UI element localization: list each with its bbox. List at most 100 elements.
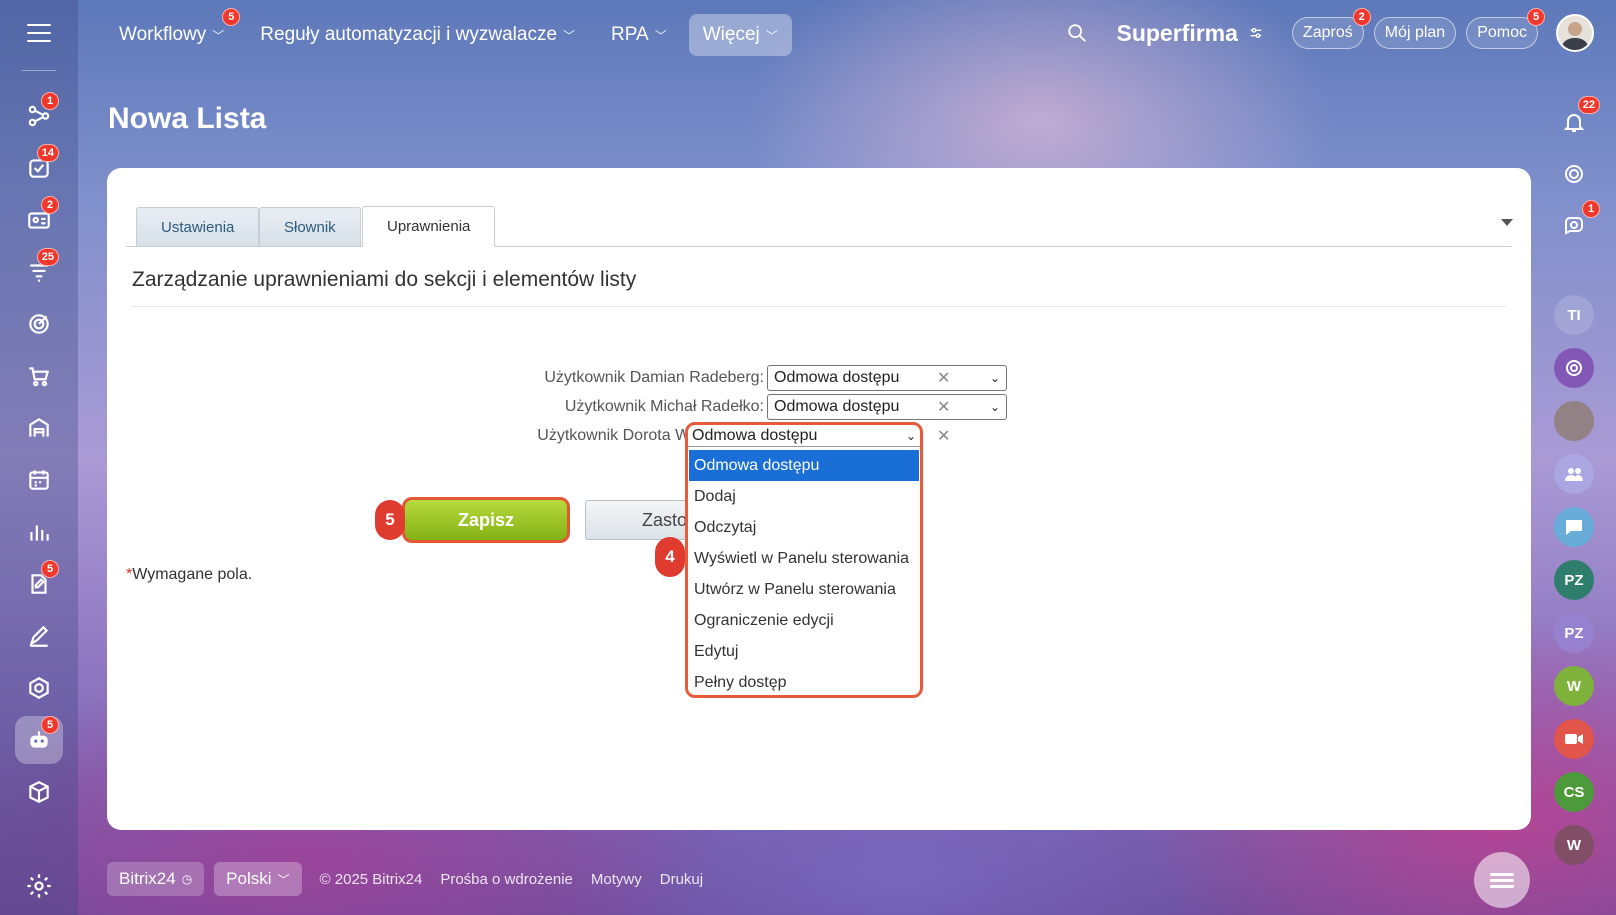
sidebar-item-workflows[interactable]: 1: [15, 92, 63, 140]
nav-rpa[interactable]: RPA ﹀: [597, 14, 681, 56]
chat-menu-button[interactable]: [1474, 852, 1530, 908]
invite-button[interactable]: Zaproś 2: [1291, 8, 1371, 49]
recent-chat-avatar[interactable]: [1554, 348, 1594, 388]
save-label: Zapisz: [457, 509, 514, 530]
sidebar-item-calendar[interactable]: [15, 456, 63, 504]
menu-icon[interactable]: [27, 24, 51, 42]
recent-chat-avatar[interactable]: PZ: [1554, 560, 1594, 600]
footer-brand[interactable]: Bitrix24 ◷: [107, 862, 205, 896]
save-button[interactable]: Zapisz: [402, 497, 570, 543]
pen-icon: [29, 625, 49, 647]
sidebar-item-documents[interactable]: 5: [15, 560, 63, 608]
sidebar-item-crm[interactable]: 2: [15, 196, 63, 244]
sidebar-badge: 14: [36, 144, 59, 162]
dropdown-option[interactable]: Dodaj: [689, 481, 919, 512]
dropdown-option[interactable]: Odczytaj: [689, 512, 919, 543]
search-icon[interactable]: [1066, 22, 1088, 44]
step-badge: 5: [375, 500, 405, 540]
language-selector[interactable]: Polski ﹀: [214, 862, 302, 896]
dropdown-current[interactable]: Odmowa dostępu ⌄: [688, 425, 920, 447]
recent-chat-avatar[interactable]: W: [1554, 825, 1594, 865]
chevron-down-icon: ﹀: [212, 28, 225, 43]
avatar-initials: TI: [1567, 306, 1581, 324]
tab-settings[interactable]: Ustawienia: [136, 207, 260, 247]
help-button[interactable]: Pomoc 5: [1466, 8, 1545, 49]
remove-permission-icon[interactable]: ✕: [937, 426, 950, 446]
chevron-down-icon: ⌄: [989, 400, 1000, 414]
list-icon: [1490, 870, 1514, 891]
sidebar-item-feed[interactable]: 25: [15, 248, 63, 296]
user-avatar[interactable]: [1556, 14, 1594, 52]
sidebar-badge: 5: [41, 560, 59, 578]
company-name[interactable]: Superfirma: [1116, 20, 1263, 47]
tab-label: Uprawnienia: [387, 218, 471, 235]
remove-permission-icon[interactable]: ✕: [937, 368, 950, 388]
permission-dropdown[interactable]: Odmowa dostępu ⌄ Odmowa dostępu Dodaj Od…: [685, 422, 923, 698]
spiral-icon: [1565, 165, 1583, 183]
recent-chat-avatar[interactable]: PZ: [1554, 613, 1594, 653]
tab-dictionary[interactable]: Słownik: [259, 207, 361, 247]
sidebar-item-tasks[interactable]: 14: [15, 144, 63, 192]
notifications-button[interactable]: 22: [1554, 96, 1600, 142]
footer: Bitrix24 ◷ Polski ﹀ © 2025 Bitrix24 Proś…: [107, 862, 703, 896]
nav-automation-rules[interactable]: Reguły automatyzacji i wyzwalacze ﹀: [246, 14, 589, 56]
right-sidebar: 22 1 TI PZ PZ W CS W: [1532, 70, 1616, 915]
plan-label: Mój plan: [1384, 24, 1446, 41]
sidebar-item-goals[interactable]: [15, 300, 63, 348]
recent-chat-avatar[interactable]: [1554, 507, 1594, 547]
clock-icon: ◷: [181, 872, 193, 886]
recent-chat-avatar[interactable]: CS: [1554, 772, 1594, 812]
nav-label: RPA: [611, 24, 649, 45]
nav-more[interactable]: Więcej ﹀: [688, 14, 792, 56]
permission-select[interactable]: Odmowa dostępu ⌄: [767, 365, 1007, 391]
bell-icon: [1563, 114, 1585, 132]
brand-label: Superfirma: [1116, 19, 1238, 46]
recent-chat-avatar[interactable]: [1554, 401, 1594, 441]
sidebar-item-shop[interactable]: [15, 352, 63, 400]
nav-badge: 5: [222, 8, 241, 26]
chevron-down-icon: ⌄: [989, 371, 1000, 385]
dropdown-option[interactable]: Odmowa dostępu: [689, 450, 919, 481]
dropdown-option[interactable]: Pełny dostęp: [689, 667, 919, 695]
footer-link-implementation[interactable]: Prośba o wdrożenie: [440, 871, 573, 888]
sidebar-badge: 5: [41, 716, 59, 734]
settings-gear-icon[interactable]: [25, 872, 53, 900]
copilot-button[interactable]: [1554, 154, 1594, 194]
section-divider: [132, 306, 1506, 307]
tab-permissions[interactable]: Uprawnienia: [362, 206, 496, 247]
recent-chat-avatar[interactable]: [1554, 454, 1594, 494]
permission-select[interactable]: Odmowa dostępu ⌄: [767, 394, 1007, 420]
remove-permission-icon[interactable]: ✕: [937, 397, 950, 417]
footer-link-print[interactable]: Drukuj: [660, 871, 703, 888]
recent-chat-avatar[interactable]: W: [1554, 666, 1594, 706]
target-icon: [29, 314, 49, 334]
dropdown-option[interactable]: Utwórz w Panelu sterowania: [689, 574, 919, 605]
dropdown-option[interactable]: Wyświetl w Panelu sterowania: [689, 543, 919, 574]
sidebar-badge: 1: [41, 92, 59, 110]
collapse-arrow-icon[interactable]: [1501, 219, 1513, 226]
sidebar-item-automation[interactable]: 5: [15, 716, 63, 764]
footer-brand-label: Bitrix24: [119, 869, 176, 888]
my-plan-button[interactable]: Mój plan: [1373, 17, 1457, 49]
tab-bar: Ustawienia Słownik Uprawnienia: [126, 206, 1512, 247]
avatar-initials: CS: [1563, 783, 1585, 801]
sidebar-item-sign[interactable]: [15, 612, 63, 660]
video-call-button[interactable]: [1554, 719, 1594, 759]
nav-workflows[interactable]: Workflowy ﹀ 5: [105, 8, 241, 56]
chevron-down-icon: ﹀: [654, 28, 667, 43]
open-chats-button[interactable]: 1: [1554, 200, 1600, 246]
group-chat-icon: [1566, 360, 1582, 376]
sidebar-item-warehouse[interactable]: [15, 404, 63, 452]
dropdown-option[interactable]: Ograniczenie edycji: [689, 605, 919, 636]
recent-chat-avatar[interactable]: TI: [1554, 295, 1594, 335]
top-navigation: Workflowy ﹀ 5 Reguły automatyzacji i wyz…: [105, 8, 792, 56]
step-badge: 4: [655, 537, 685, 577]
dropdown-options: Odmowa dostępu Dodaj Odczytaj Wyświetl w…: [689, 450, 919, 695]
footer-link-themes[interactable]: Motywy: [591, 871, 642, 888]
message-icon: [1566, 520, 1582, 535]
tab-label: Słownik: [284, 218, 336, 236]
dropdown-option[interactable]: Edytuj: [689, 636, 919, 667]
sidebar-item-hub[interactable]: [15, 664, 63, 712]
sidebar-item-analytics[interactable]: [15, 508, 63, 556]
sidebar-item-market[interactable]: [15, 768, 63, 816]
